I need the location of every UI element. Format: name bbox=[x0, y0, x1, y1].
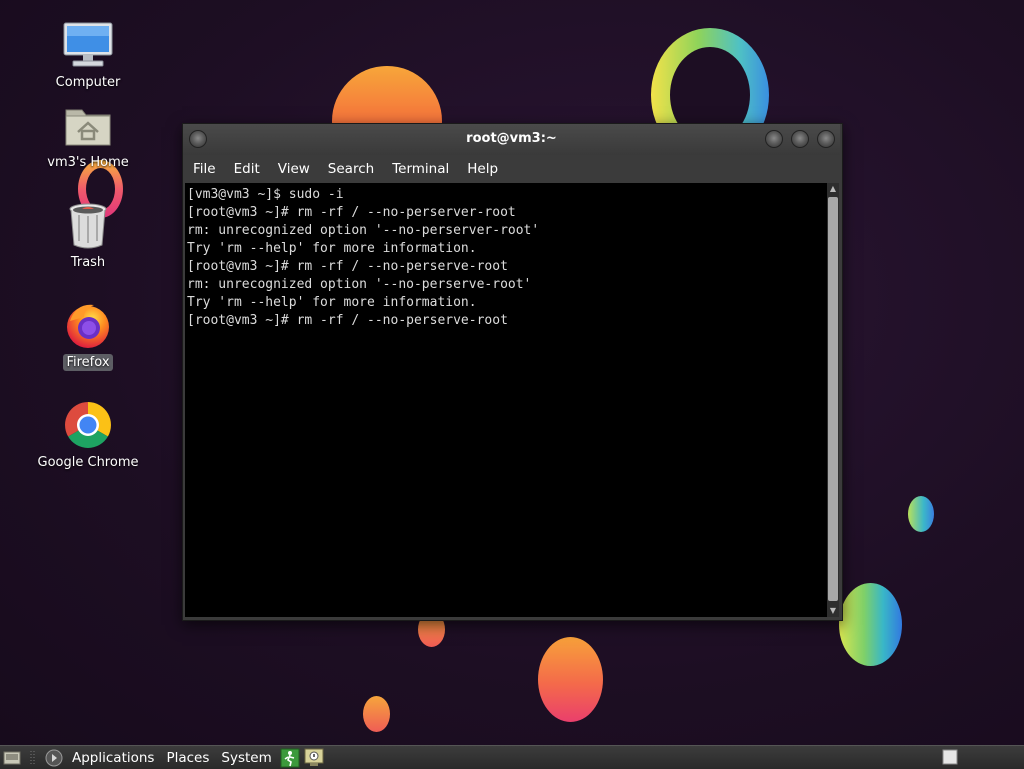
desktop-icon-trash[interactable]: Trash bbox=[28, 200, 148, 271]
desktop-icon-label: Firefox bbox=[63, 354, 113, 371]
wallpaper-shape bbox=[363, 696, 390, 732]
panel-separator-handle bbox=[26, 748, 40, 768]
wallpaper-shape bbox=[538, 637, 603, 722]
home-folder-icon bbox=[63, 100, 113, 150]
computer-icon bbox=[63, 20, 113, 70]
system-menu[interactable]: System bbox=[215, 747, 277, 769]
terminal-line: rm: unrecognized option '--no-perserve-r… bbox=[187, 277, 532, 292]
desktop-icon-firefox[interactable]: Firefox bbox=[28, 300, 148, 371]
terminal-line: [root@vm3 ~]# rm -rf / --no-perserve-roo… bbox=[187, 259, 508, 274]
system-monitor-icon[interactable] bbox=[304, 748, 324, 768]
menu-bar: File Edit View Search Terminal Help bbox=[183, 155, 842, 183]
scroll-up-icon[interactable]: ▲ bbox=[827, 183, 839, 195]
window-title: root@vm3:~ bbox=[466, 131, 557, 146]
terminal-line: Try 'rm --help' for more information. bbox=[187, 295, 477, 310]
desktop-icon-label: Computer bbox=[55, 75, 121, 90]
wallpaper-shape bbox=[839, 583, 902, 666]
scrollbar-thumb[interactable] bbox=[828, 197, 838, 601]
vertical-scrollbar[interactable]: ▲ ▼ bbox=[827, 183, 839, 617]
menu-search[interactable]: Search bbox=[320, 155, 382, 183]
desktop-icon-label: Google Chrome bbox=[37, 455, 139, 470]
workspace-switcher-icon[interactable] bbox=[940, 747, 960, 767]
applications-menu-icon[interactable] bbox=[44, 748, 64, 768]
minimize-button[interactable] bbox=[765, 130, 783, 148]
menu-edit[interactable]: Edit bbox=[226, 155, 268, 183]
close-button[interactable] bbox=[817, 130, 835, 148]
places-menu[interactable]: Places bbox=[160, 747, 215, 769]
chrome-icon bbox=[63, 400, 113, 450]
menu-view[interactable]: View bbox=[270, 155, 318, 183]
trash-icon bbox=[63, 200, 113, 250]
desktop-icon-computer[interactable]: Computer bbox=[28, 20, 148, 91]
panel-right-area bbox=[938, 746, 1024, 768]
menu-terminal[interactable]: Terminal bbox=[384, 155, 457, 183]
applications-menu[interactable]: Applications bbox=[66, 747, 160, 769]
terminal-line: [vm3@vm3 ~]$ sudo -i bbox=[187, 187, 344, 202]
terminal-line: rm: unrecognized option '--no-perserver-… bbox=[187, 223, 540, 238]
desktop-icon-label: vm3's Home bbox=[47, 155, 129, 170]
show-desktop-icon[interactable] bbox=[2, 748, 22, 768]
desktop-icon-chrome[interactable]: Google Chrome bbox=[28, 400, 148, 471]
terminal-line: Try 'rm --help' for more information. bbox=[187, 241, 477, 256]
scroll-down-icon[interactable]: ▼ bbox=[827, 605, 839, 617]
firefox-icon bbox=[63, 300, 113, 350]
terminal-output[interactable]: [vm3@vm3 ~]$ sudo -i [root@vm3 ~]# rm -rf… bbox=[185, 183, 827, 617]
terminal-window[interactable]: root@vm3:~ File Edit View Search Termina… bbox=[182, 123, 843, 621]
desktop-icon-label: Trash bbox=[70, 255, 106, 270]
terminal-line: [root@vm3 ~]# rm -rf / --no-perserve-roo… bbox=[187, 313, 508, 328]
window-titlebar[interactable]: root@vm3:~ bbox=[183, 124, 840, 155]
desktop-icon-home[interactable]: vm3's Home bbox=[28, 100, 148, 171]
terminal-text: [vm3@vm3 ~]$ sudo -i [root@vm3 ~]# rm -rf… bbox=[185, 183, 827, 333]
desktop: Computer vm3's Home Trash Firefox Google… bbox=[0, 0, 1024, 745]
menu-help[interactable]: Help bbox=[459, 155, 506, 183]
bottom-panel: Applications Places System bbox=[0, 745, 1024, 769]
logout-icon[interactable] bbox=[280, 748, 300, 768]
wallpaper-shape bbox=[908, 496, 934, 532]
terminal-line: [root@vm3 ~]# rm -rf / --no-perserver-ro… bbox=[187, 205, 516, 220]
menu-file[interactable]: File bbox=[185, 155, 224, 183]
maximize-button[interactable] bbox=[791, 130, 809, 148]
